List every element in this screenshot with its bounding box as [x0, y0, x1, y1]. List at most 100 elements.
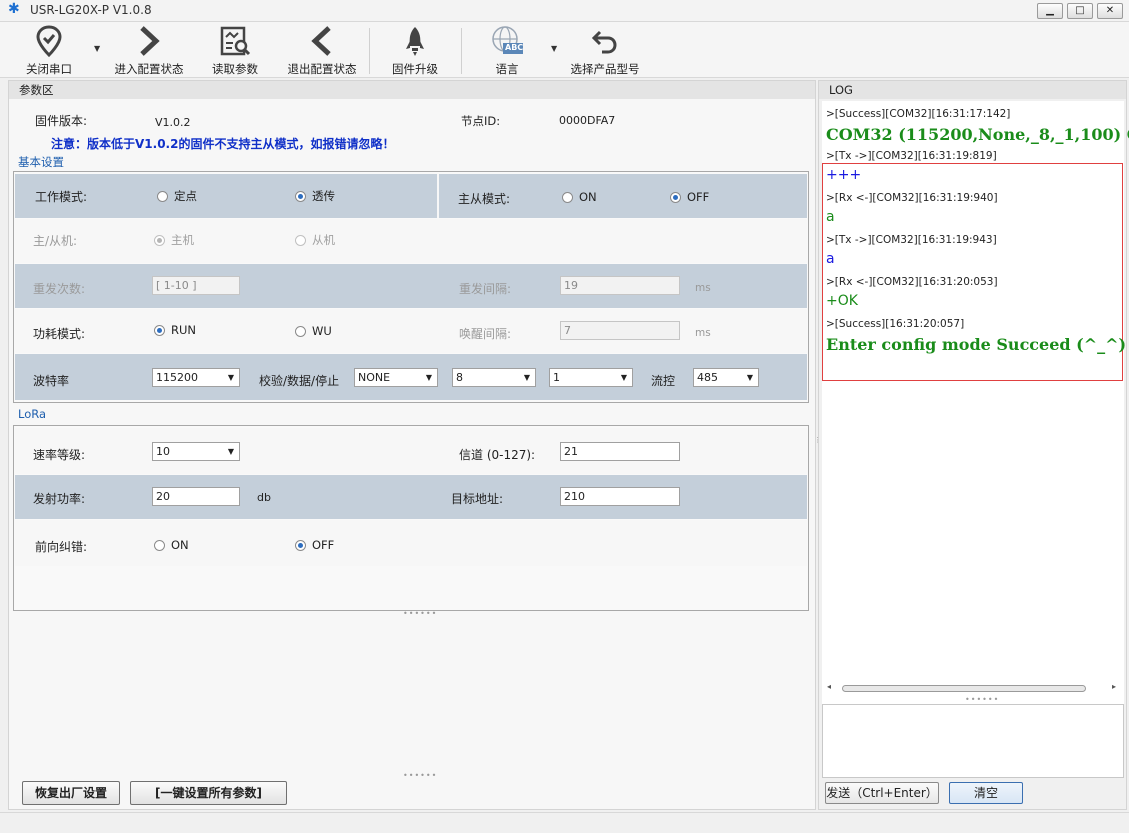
chevron-down-icon: ▼ [227, 447, 234, 456]
toolbar: 关闭串口 ▼ 进入配置状态 读取参数 退出配置状态 固件升级 ABC 语言 ▼ [0, 22, 1129, 153]
firmware-version-label: 固件版本: [35, 114, 88, 128]
basic-settings-title: 基本设置 [18, 155, 64, 169]
firmware-notice: 注意：版本低于V1.0.2的固件不支持主从模式，如报错请忽略！ [51, 137, 395, 151]
chevron-down-icon: ▼ [227, 373, 234, 382]
work-mode-label: 工作模式: [35, 190, 88, 204]
chevron-down-icon: ▼ [620, 373, 627, 382]
fec-on-radio[interactable]: ON [154, 538, 189, 552]
log-header: LOG [819, 81, 1126, 99]
log-panel: LOG >[Success][COM32][16:31:17:142] COM3… [818, 80, 1129, 810]
exit-config-button[interactable]: 退出配置状态 [282, 22, 362, 78]
rocket-icon [384, 24, 446, 58]
tx-power-input[interactable]: 20 [152, 487, 240, 506]
lora-title: LoRa [18, 407, 47, 421]
stop-bits-select[interactable]: 1 ▼ [549, 368, 633, 387]
baud-row: 波特率 115200 ▼ 校验/数据/停止 NONE ▼ 8 ▼ 1 ▼ 流控 485 ▼ [15, 354, 807, 400]
work-mode-transparent-radio[interactable]: 透传 [295, 188, 335, 204]
baud-label: 波特率 [33, 374, 70, 388]
log-line: >[Success][16:31:20:057] [826, 318, 965, 330]
fec-off-radio[interactable]: OFF [295, 538, 334, 552]
firmware-upgrade-button[interactable]: 固件升级 [384, 22, 446, 78]
master-slave-mode-label: 主从模式: [458, 192, 511, 206]
scroll-thumb[interactable] [842, 685, 1086, 692]
scroll-left-icon[interactable]: ◂ [827, 682, 831, 691]
power-wu-radio[interactable]: WU [295, 324, 332, 338]
set-all-params-button[interactable]: [一键设置所有参数] [130, 781, 287, 805]
select-model-label: 选择产品型号 [570, 62, 640, 76]
send-button[interactable]: 发送（Ctrl+Enter） [825, 782, 939, 804]
log-line: >[Rx <-][COM32][16:31:19:940] [826, 192, 998, 204]
close-window-button[interactable]: ✕ [1097, 3, 1123, 19]
master-slave-on-radio[interactable]: ON [562, 190, 597, 204]
master-slave-label: 主/从机: [33, 234, 78, 248]
fec-label: 前向纠错: [35, 540, 88, 554]
parameter-panel: 参数区 固件版本: V1.0.2 节点ID: 0000DFA7 注意：版本低于V… [8, 80, 816, 810]
splitter-grip[interactable]: •••••• [965, 695, 999, 704]
channel-input[interactable]: 21 [560, 442, 680, 461]
select-model-button[interactable]: 选择产品型号 [566, 22, 644, 78]
chevron-down-icon: ▼ [523, 373, 530, 382]
speed-level-select[interactable]: 10 ▼ [152, 442, 240, 461]
minimize-button[interactable]: ▁ [1037, 3, 1063, 19]
splitter-grip[interactable]: •••••• [403, 609, 437, 618]
retry-interval-input[interactable]: 19 [560, 276, 680, 295]
data-bits-select[interactable]: 8 ▼ [452, 368, 536, 387]
log-line: >[Tx ->][COM32][16:31:19:943] [826, 234, 997, 246]
language-label: 语言 [495, 62, 519, 76]
tx-power-unit: db [257, 491, 271, 504]
toolbar-separator [461, 28, 462, 74]
language-dropdown-caret-icon[interactable]: ▼ [551, 44, 557, 53]
power-run-radio[interactable]: RUN [154, 323, 196, 337]
restore-button[interactable]: □ [1067, 3, 1093, 19]
status-bar [0, 812, 1129, 833]
wake-interval-unit: ms [695, 327, 711, 339]
scroll-right-icon[interactable]: ▸ [1112, 682, 1116, 691]
log-line: COM32 (115200,None,_8,_1,100) Ope [826, 125, 1129, 144]
log-line: a [826, 251, 835, 267]
language-button[interactable]: ABC 语言 [476, 22, 538, 78]
tx-power-label: 发射功率: [33, 492, 86, 506]
clear-button[interactable]: 清空 [949, 782, 1023, 804]
flow-control-select[interactable]: 485 ▼ [693, 368, 759, 387]
splitter-grip[interactable]: •••••• [403, 771, 437, 780]
retry-count-input[interactable]: [ 1-10 ] [152, 276, 240, 295]
master-radio[interactable]: 主机 [154, 232, 194, 248]
work-mode-fixed-radio[interactable]: 定点 [157, 188, 197, 204]
globe-abc-icon: ABC [476, 24, 538, 58]
slave-radio[interactable]: 从机 [295, 232, 335, 248]
target-address-input[interactable]: 210 [560, 487, 680, 506]
send-input[interactable] [822, 704, 1124, 778]
log-line: a [826, 209, 835, 225]
baud-select[interactable]: 115200 ▼ [152, 368, 240, 387]
lora-group: 速率等级: 10 ▼ 信道 (0-127): 21 发射功率: 20 db 目标地… [13, 425, 809, 611]
restore-factory-button[interactable]: 恢复出厂设置 [22, 781, 120, 805]
row-divider [437, 174, 439, 218]
speed-row: 速率等级: 10 ▼ 信道 (0-127): 21 [15, 428, 807, 474]
retry-interval-label: 重发间隔: [459, 282, 512, 296]
parity-select[interactable]: NONE ▼ [354, 368, 438, 387]
node-id-label: 节点ID: [461, 114, 501, 128]
location-pin-icon [14, 24, 84, 58]
document-search-icon [204, 24, 266, 58]
tx-power-row: 发射功率: 20 db 目标地址: 210 [15, 475, 807, 519]
wake-interval-input[interactable]: 7 [560, 321, 680, 340]
close-port-dropdown-caret-icon[interactable]: ▼ [94, 44, 100, 53]
toolbar-separator [369, 28, 370, 74]
wake-interval-label: 唤醒间隔: [459, 327, 512, 341]
retry-row: 重发次数: [ 1-10 ] 重发间隔: 19 ms [15, 264, 807, 308]
log-line: +++ [826, 167, 862, 183]
firmware-version-value: V1.0.2 [155, 116, 191, 129]
chevron-down-icon: ▼ [746, 373, 753, 382]
app-logo-icon: ✱ [8, 1, 20, 17]
log-line: >[Success][COM32][16:31:17:142] [826, 108, 1011, 120]
chevron-right-icon [108, 24, 190, 58]
parity-data-stop-label: 校验/数据/停止 [259, 374, 340, 388]
master-slave-off-radio[interactable]: OFF [670, 190, 709, 204]
log-line: Enter config mode Succeed (^_^) [826, 335, 1127, 354]
work-mode-row: 工作模式: 定点 透传 主从模式: ON OFF [15, 174, 807, 218]
log-line: >[Tx ->][COM32][16:31:19:819] [826, 150, 997, 162]
chevron-left-icon [282, 24, 362, 58]
target-address-label: 目标地址: [451, 492, 504, 506]
log-output[interactable]: >[Success][COM32][16:31:17:142] COM32 (1… [822, 101, 1129, 759]
title-bar: ✱ USR-LG20X-P V1.0.8 ▁ □ ✕ [0, 0, 1129, 22]
